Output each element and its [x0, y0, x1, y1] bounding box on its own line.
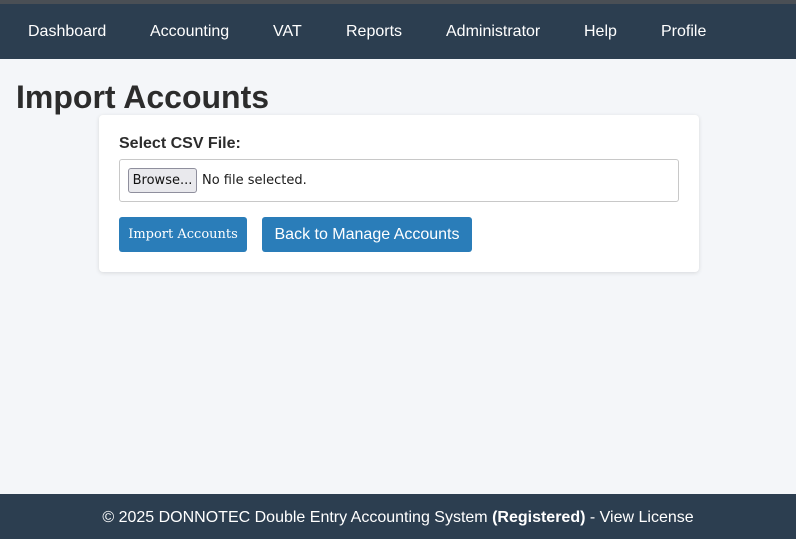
page-title: Import Accounts [16, 79, 270, 115]
nav-item-reports[interactable]: Reports [346, 4, 402, 59]
nav-item-administrator[interactable]: Administrator [446, 4, 540, 59]
page-footer: © 2025 DONNOTEC Double Entry Accounting … [0, 494, 796, 539]
nav-item-vat[interactable]: VAT [273, 4, 302, 59]
csv-file-input[interactable]: Browse... No file selected. [119, 159, 679, 202]
view-license-link[interactable]: View License [600, 509, 694, 526]
back-to-manage-accounts-button[interactable]: Back to Manage Accounts [262, 217, 472, 252]
import-form-card: Select CSV File: Browse... No file selec… [99, 115, 699, 272]
import-accounts-button[interactable]: Import Accounts [119, 217, 247, 252]
main-navbar: Dashboard Accounting VAT Reports Adminis… [0, 4, 796, 59]
nav-item-dashboard[interactable]: Dashboard [28, 4, 106, 59]
nav-item-help[interactable]: Help [584, 4, 617, 59]
file-status-text: No file selected. [202, 173, 307, 188]
csv-file-label: Select CSV File: [119, 135, 241, 152]
footer-separator: - [589, 509, 596, 526]
footer-registered: (Registered) [492, 509, 586, 526]
footer-copyright: © 2025 DONNOTEC Double Entry Accounting … [102, 509, 488, 526]
browse-button[interactable]: Browse... [128, 168, 197, 193]
nav-item-profile[interactable]: Profile [661, 4, 706, 59]
nav-item-accounting[interactable]: Accounting [150, 4, 229, 59]
